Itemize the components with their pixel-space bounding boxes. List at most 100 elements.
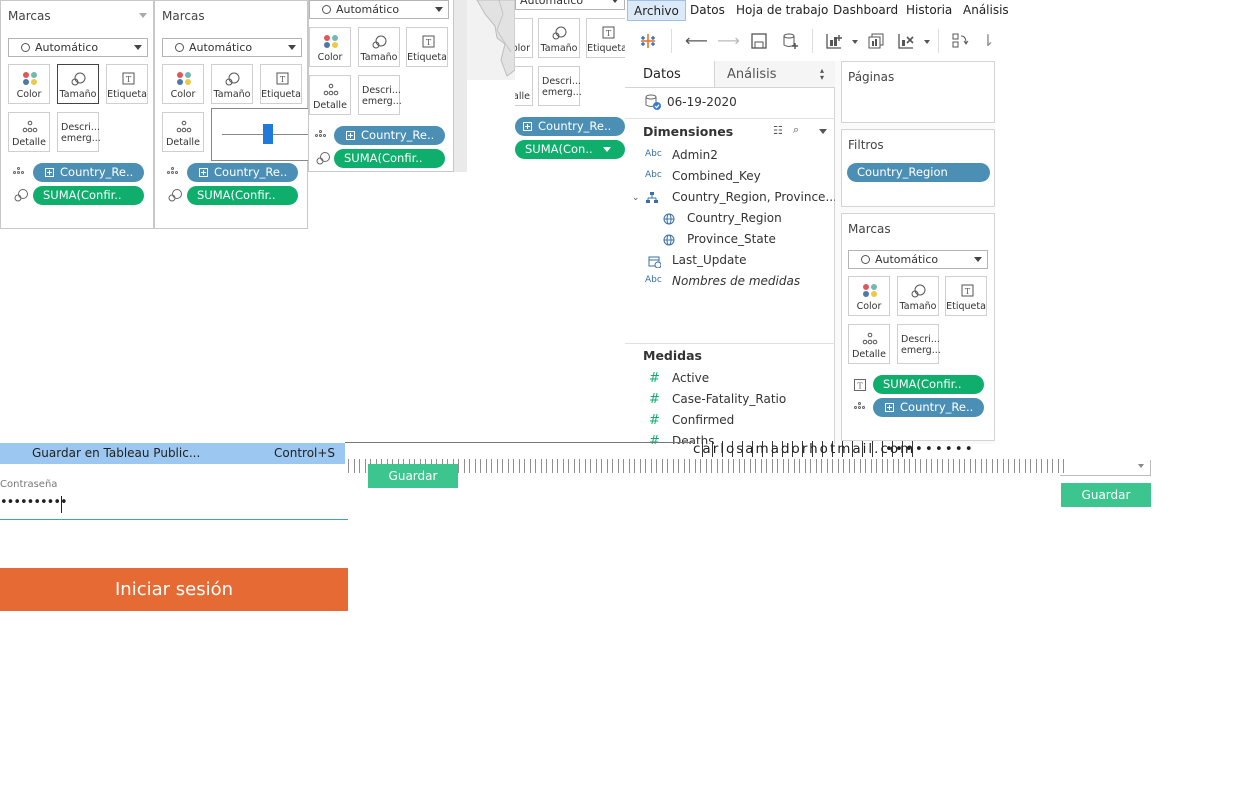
- chevron-down-icon[interactable]: [924, 40, 930, 44]
- save-icon[interactable]: [749, 31, 769, 51]
- duplicate-sheet-icon[interactable]: [866, 31, 886, 51]
- chevron-down-icon: [611, 0, 619, 3]
- field-province-state[interactable]: Province_State: [625, 232, 835, 248]
- svg-text:T: T: [606, 29, 612, 38]
- redo-icon[interactable]: ⟶: [717, 31, 740, 51]
- tableau-logo-icon[interactable]: [638, 31, 658, 51]
- chevron-down-icon[interactable]: ⌄: [632, 193, 640, 203]
- field-confirmed[interactable]: # Confirmed: [625, 413, 835, 429]
- field-measure-names[interactable]: Abc Nombres de medidas: [625, 274, 835, 290]
- name-dropdown-fragment[interactable]: [1060, 460, 1151, 476]
- detail-icon: [22, 120, 38, 133]
- tab-datos[interactable]: Datos: [643, 67, 681, 82]
- country-region-pill[interactable]: Country_Re..: [334, 126, 445, 145]
- country-region-pill[interactable]: Country_Re..: [515, 117, 625, 136]
- field-hierarchy[interactable]: ⌄ Country_Region, Province...: [625, 190, 837, 206]
- label-card[interactable]: T Etiqueta: [106, 64, 148, 104]
- size-slider-thumb[interactable]: [263, 124, 273, 144]
- country-region-pill[interactable]: Country_Re..: [187, 163, 298, 182]
- color-card[interactable]: Color: [309, 27, 351, 67]
- undo-icon[interactable]: ⟵: [685, 31, 708, 51]
- mark-type-dropdown[interactable]: Automático: [162, 38, 302, 57]
- sum-confirmed-pill[interactable]: SUMA(Confir..: [873, 375, 984, 394]
- country-region-pill[interactable]: Country_Re..: [33, 163, 144, 182]
- menu-analisis[interactable]: Análisis: [963, 3, 1009, 17]
- sort-arrows-icon[interactable]: ▴ ▾: [820, 67, 824, 82]
- menu-hoja-de-trabajo[interactable]: Hoja de trabajo: [736, 3, 828, 17]
- field-country-region[interactable]: Country_Region: [625, 211, 835, 227]
- chevron-down-icon[interactable]: [852, 40, 858, 44]
- chevron-down-icon[interactable]: [819, 129, 827, 134]
- datasource-icon: [645, 94, 661, 110]
- tooltip-card[interactable]: Descri... emerg...: [538, 66, 582, 106]
- color-icon: [324, 35, 338, 48]
- label-card[interactable]: T Etiqueta: [406, 27, 448, 67]
- detail-card[interactable]: Detalle: [162, 112, 204, 152]
- size-card[interactable]: Tamaño: [211, 64, 253, 104]
- field-combined-key[interactable]: Abc Combined_Key: [625, 169, 835, 185]
- caret-down-icon[interactable]: [603, 147, 611, 152]
- save-button-2[interactable]: Guardar: [1061, 483, 1151, 507]
- pages-shelf[interactable]: Páginas: [841, 61, 995, 123]
- svg-text:T: T: [426, 38, 432, 47]
- mark-type-dropdown[interactable]: Automático: [309, 0, 449, 19]
- menu-dashboard[interactable]: Dashboard: [833, 3, 898, 17]
- field-admin2[interactable]: Abc Admin2: [625, 148, 835, 164]
- password-field[interactable]: ••••••••••: [0, 492, 348, 520]
- tooltip-card[interactable]: Descri... emerg...: [57, 112, 101, 152]
- field-active[interactable]: # Active: [625, 371, 835, 387]
- sum-confirmed-pill[interactable]: SUMA(Con..: [515, 140, 625, 159]
- swap-rows-columns-icon[interactable]: [950, 31, 970, 51]
- menu-historia[interactable]: Historia: [906, 3, 952, 17]
- detail-card[interactable]: Detalle: [848, 324, 890, 364]
- mark-type-dropdown[interactable]: Automático: [8, 38, 148, 57]
- sign-in-button[interactable]: Iniciar sesión: [0, 568, 348, 611]
- color-card[interactable]: olor: [515, 18, 533, 58]
- detail-card[interactable]: etalle: [515, 66, 533, 106]
- toolbar: ⟵ ⟶ ⇂: [625, 21, 995, 61]
- measures-header: Medidas: [643, 348, 702, 363]
- sum-confirmed-pill[interactable]: SUMA(Confir..: [33, 186, 144, 205]
- mark-type-dropdown[interactable]: Automático: [848, 250, 988, 269]
- sum-confirmed-pill[interactable]: SUMA(Confir..: [187, 186, 298, 205]
- new-datasource-icon[interactable]: [780, 31, 800, 51]
- menu-item-save-to-tableau-public[interactable]: Guardar en Tableau Public... Control+S: [0, 443, 345, 464]
- search-icon[interactable]: ⌕: [793, 123, 799, 137]
- filters-shelf[interactable]: Filtros Country_Region: [841, 129, 995, 207]
- collapse-icon[interactable]: [139, 13, 147, 18]
- mark-type-dropdown[interactable]: Automático: [515, 0, 625, 10]
- color-card[interactable]: Color: [8, 64, 50, 104]
- sum-confirmed-pill[interactable]: SUMA(Confir..: [334, 149, 445, 168]
- size-icon: [71, 72, 86, 86]
- label-card[interactable]: T Etiqueta: [945, 276, 987, 316]
- plus-icon: [346, 131, 355, 140]
- sort-ascending-icon[interactable]: ⇂: [981, 31, 995, 51]
- color-card[interactable]: Color: [848, 276, 890, 316]
- tooltip-card[interactable]: Descri... emerg...: [358, 75, 402, 115]
- filter-pill-country-region[interactable]: Country_Region: [847, 163, 990, 182]
- list-view-icon[interactable]: ☷: [773, 124, 783, 137]
- size-card[interactable]: Tamaño: [897, 276, 939, 316]
- menu-archivo[interactable]: Archivo: [627, 0, 686, 21]
- detail-card[interactable]: Detalle: [309, 75, 351, 115]
- field-last-update[interactable]: Last_Update: [625, 253, 835, 269]
- email-field[interactable]: carlosamadorhotmail.com: [693, 441, 916, 457]
- size-card[interactable]: Tamaño: [57, 64, 99, 104]
- new-sheet-icon[interactable]: [824, 31, 844, 51]
- size-card[interactable]: Tamaño: [538, 18, 580, 58]
- color-icon: [23, 72, 37, 85]
- label-card[interactable]: T Etiqueta: [260, 64, 302, 104]
- detail-card[interactable]: Detalle: [8, 112, 50, 152]
- clear-sheet-icon[interactable]: [896, 31, 916, 51]
- label-card[interactable]: T Etiqueta: [586, 18, 625, 58]
- size-card[interactable]: Tamaño: [358, 27, 400, 67]
- color-card[interactable]: Color: [162, 64, 204, 104]
- tooltip-card[interactable]: Descri... emerg...: [897, 324, 941, 364]
- tab-analisis[interactable]: Análisis: [727, 67, 776, 82]
- save-button[interactable]: Guardar: [368, 464, 458, 488]
- datasource-name[interactable]: 06-19-2020: [667, 95, 737, 109]
- field-case-fatality-ratio[interactable]: # Case-Fatality_Ratio: [625, 392, 835, 408]
- menu-datos[interactable]: Datos: [690, 3, 725, 17]
- chevron-down-icon: [1138, 464, 1144, 468]
- country-region-pill[interactable]: Country_Re..: [873, 398, 984, 417]
